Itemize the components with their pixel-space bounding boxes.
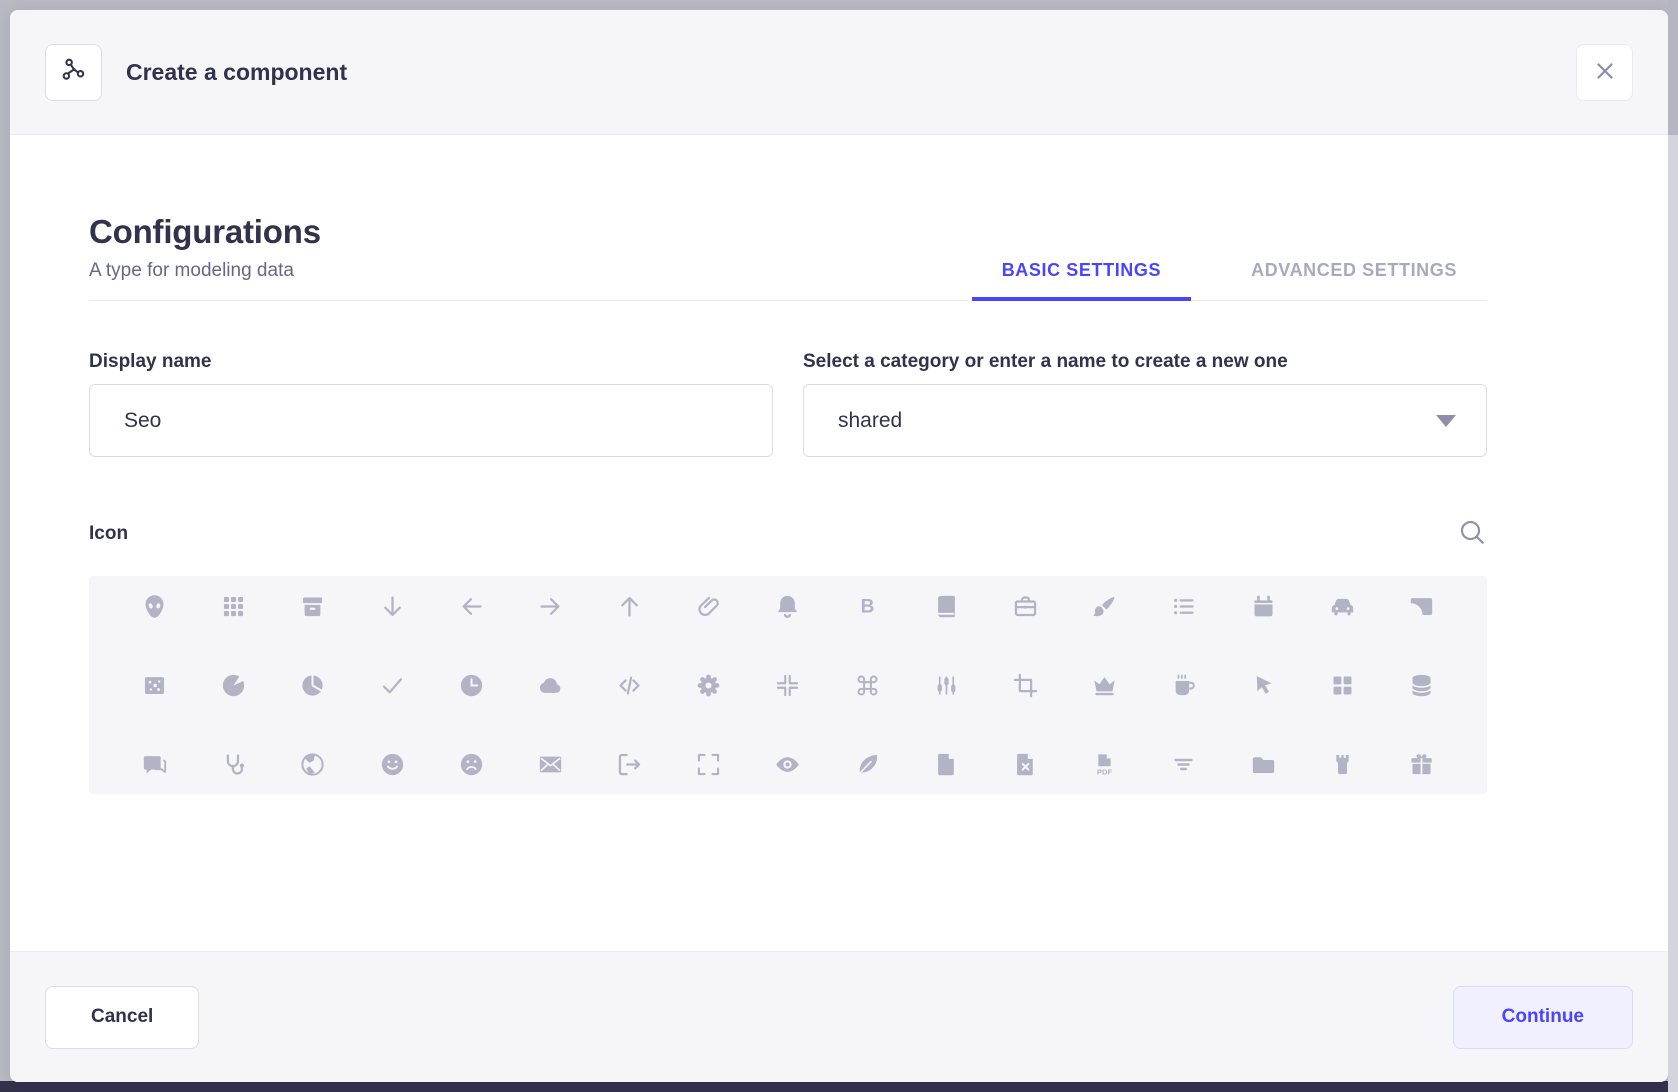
emotion-happy-icon[interactable] (377, 749, 407, 779)
check-icon[interactable] (377, 670, 407, 700)
bold-icon[interactable]: B (852, 591, 882, 621)
modal-footer: Cancel Continue (10, 951, 1668, 1082)
settings-tabs: BASIC SETTINGS ADVANCED SETTINGS (972, 260, 1487, 300)
attachment-icon[interactable] (694, 591, 724, 621)
cast-icon[interactable] (1406, 591, 1436, 621)
exit-icon[interactable] (615, 749, 645, 779)
modal-body: Configurations A type for modeling data … (10, 135, 1668, 951)
clock-icon[interactable] (456, 670, 486, 700)
svg-text:PDF: PDF (1097, 767, 1113, 776)
eye-icon[interactable] (773, 749, 803, 779)
cursor-icon[interactable] (1248, 670, 1278, 700)
bell-icon[interactable] (773, 591, 803, 621)
tab-basic-settings[interactable]: BASIC SETTINGS (972, 260, 1191, 301)
close-icon (1592, 58, 1618, 87)
chart-pie-icon[interactable] (298, 670, 328, 700)
stethoscope-icon[interactable] (219, 749, 249, 779)
display-name-input[interactable] (89, 384, 773, 457)
command-icon[interactable] (852, 670, 882, 700)
page-subtitle: A type for modeling data (89, 260, 321, 282)
svg-text:B: B (860, 596, 874, 617)
backdrop-bottom-strip (0, 1081, 1678, 1092)
form-row: Display name Select a category or enter … (89, 351, 1487, 457)
chevron-down-icon (1436, 415, 1456, 427)
category-selected-value: shared (838, 409, 902, 433)
expand-icon[interactable] (694, 749, 724, 779)
category-field-group: Select a category or enter a name to cre… (803, 351, 1487, 457)
car-icon[interactable] (1327, 591, 1357, 621)
archive-icon[interactable] (298, 591, 328, 621)
calendar-icon[interactable] (1248, 591, 1278, 621)
crown-icon[interactable] (1090, 670, 1120, 700)
icon-label: Icon (89, 523, 128, 545)
display-name-label: Display name (89, 351, 773, 373)
continue-button[interactable]: Continue (1453, 986, 1633, 1049)
folder-icon[interactable] (1248, 749, 1278, 779)
icon-search-button[interactable] (1457, 517, 1487, 550)
category-label: Select a category or enter a name to cre… (803, 351, 1487, 373)
briefcase-icon[interactable] (1011, 591, 1041, 621)
cancel-button[interactable]: Cancel (45, 986, 199, 1049)
arrow-right-icon[interactable] (535, 591, 565, 621)
component-icon-box (45, 44, 102, 101)
icon-picker-section: Icon B PDF (89, 517, 1487, 794)
brush-icon[interactable] (1090, 591, 1120, 621)
discuss-icon[interactable] (140, 749, 170, 779)
modal-title: Create a component (126, 59, 347, 86)
arrow-left-icon[interactable] (456, 591, 486, 621)
alien-icon[interactable] (140, 591, 170, 621)
collapse-icon[interactable] (773, 670, 803, 700)
page-title: Configurations (89, 213, 321, 251)
file-error-icon[interactable] (1011, 749, 1041, 779)
scrollbar-thumb[interactable] (1668, 0, 1678, 135)
section-titles: Configurations A type for modeling data (89, 213, 321, 300)
create-component-modal: Create a component Configurations A type… (10, 10, 1668, 1082)
section-head: Configurations A type for modeling data … (89, 213, 1487, 301)
envelope-icon[interactable] (535, 749, 565, 779)
tower-icon[interactable] (1327, 749, 1357, 779)
earth-icon[interactable] (298, 749, 328, 779)
cup-icon[interactable] (1169, 670, 1199, 700)
search-icon (1457, 517, 1487, 550)
dashboard-icon[interactable] (1327, 670, 1357, 700)
sliders-icon[interactable] (931, 670, 961, 700)
database-icon[interactable] (1406, 670, 1436, 700)
code-icon[interactable] (615, 670, 645, 700)
feather-icon[interactable] (852, 749, 882, 779)
page-scrollbar[interactable] (1668, 0, 1678, 1092)
component-icon (61, 57, 87, 88)
cloud-icon[interactable] (535, 670, 565, 700)
arrow-up-icon[interactable] (615, 591, 645, 621)
display-name-field-group: Display name (89, 351, 773, 457)
icon-grid: B PDF (89, 576, 1487, 794)
file-pdf-icon[interactable]: PDF (1090, 749, 1120, 779)
arrow-down-icon[interactable] (377, 591, 407, 621)
tab-advanced-settings[interactable]: ADVANCED SETTINGS (1221, 260, 1487, 301)
file-icon[interactable] (931, 749, 961, 779)
bullet-list-icon[interactable] (1169, 591, 1199, 621)
icon-picker-header: Icon (89, 517, 1487, 550)
modal-header: Create a component (10, 10, 1668, 135)
crop-icon[interactable] (1011, 670, 1041, 700)
gift-icon[interactable] (1406, 749, 1436, 779)
chart-bubble-icon[interactable] (140, 670, 170, 700)
cog-icon[interactable] (694, 670, 724, 700)
book-icon[interactable] (931, 591, 961, 621)
apps-icon[interactable] (219, 591, 249, 621)
chart-circle-icon[interactable] (219, 670, 249, 700)
emotion-unhappy-icon[interactable] (456, 749, 486, 779)
close-button[interactable] (1576, 44, 1633, 101)
category-select[interactable]: shared (803, 384, 1487, 457)
filter-icon[interactable] (1169, 749, 1199, 779)
